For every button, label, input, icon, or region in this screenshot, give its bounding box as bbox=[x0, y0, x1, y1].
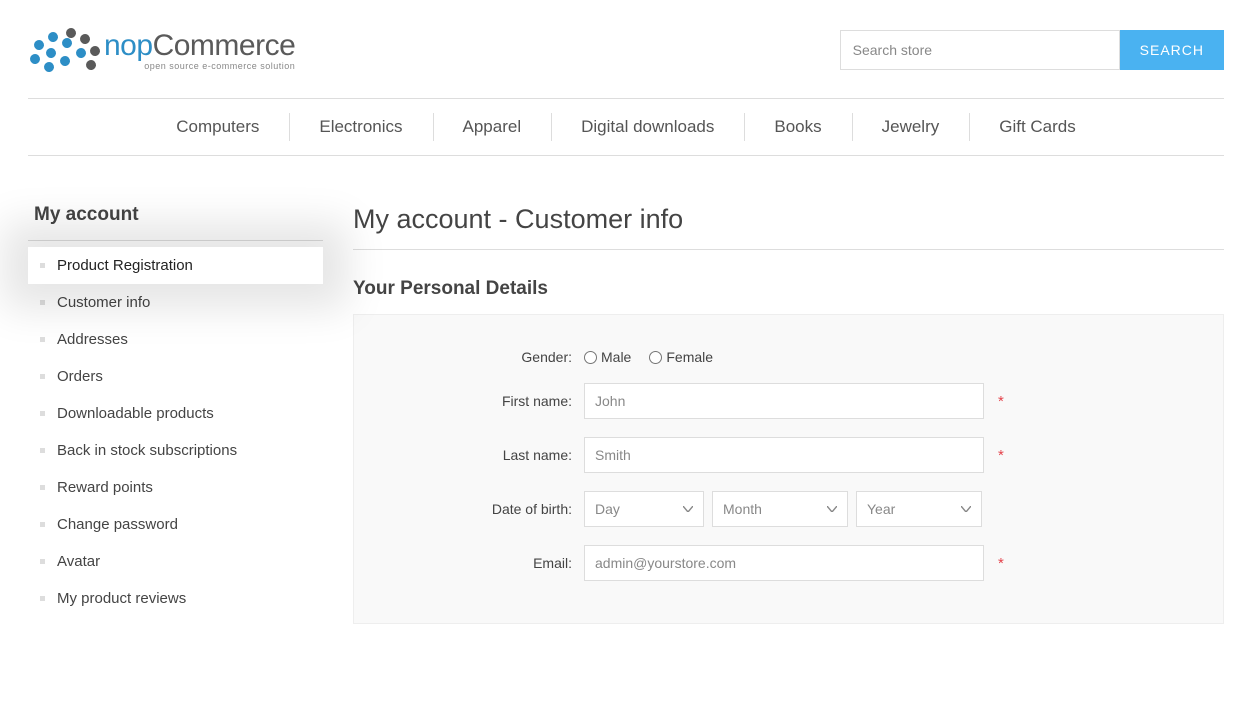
logo[interactable]: nopCommerce open source e-commerce solut… bbox=[28, 28, 295, 72]
email-input[interactable] bbox=[584, 545, 984, 581]
required-marker: * bbox=[998, 393, 1004, 410]
bullet-icon bbox=[40, 522, 45, 527]
first-name-label: First name: bbox=[364, 393, 584, 409]
sidebar-item-label: Back in stock subscriptions bbox=[57, 442, 237, 459]
sidebar-item-label: Change password bbox=[57, 516, 178, 533]
search-button[interactable]: SEARCH bbox=[1120, 30, 1224, 70]
sidebar-item-back-in-stock[interactable]: Back in stock subscriptions bbox=[28, 432, 323, 469]
dob-day-select[interactable]: Day bbox=[584, 491, 704, 527]
dob-month-select[interactable]: Month bbox=[712, 491, 848, 527]
bullet-icon bbox=[40, 337, 45, 342]
nav-item-digital-downloads[interactable]: Digital downloads bbox=[551, 99, 744, 155]
bullet-icon bbox=[40, 411, 45, 416]
bullet-icon bbox=[40, 448, 45, 453]
gender-male-option[interactable]: Male bbox=[584, 349, 631, 365]
sidebar: My account Product Registration Customer… bbox=[28, 204, 323, 624]
sidebar-item-my-product-reviews[interactable]: My product reviews bbox=[28, 580, 323, 617]
sidebar-item-label: Reward points bbox=[57, 479, 153, 496]
bullet-icon bbox=[40, 485, 45, 490]
nav-item-electronics[interactable]: Electronics bbox=[289, 99, 432, 155]
sidebar-item-label: Orders bbox=[57, 368, 103, 385]
sidebar-item-addresses[interactable]: Addresses bbox=[28, 321, 323, 358]
bullet-icon bbox=[40, 300, 45, 305]
nav-item-books[interactable]: Books bbox=[744, 99, 851, 155]
gender-female-label: Female bbox=[666, 349, 713, 365]
required-marker: * bbox=[998, 555, 1004, 572]
gender-label: Gender: bbox=[364, 349, 584, 365]
nav-item-gift-cards[interactable]: Gift Cards bbox=[969, 99, 1106, 155]
header: nopCommerce open source e-commerce solut… bbox=[28, 0, 1224, 98]
sidebar-item-label: My product reviews bbox=[57, 590, 186, 607]
personal-details-form: Gender: Male Female First name: bbox=[353, 314, 1224, 624]
search-input[interactable] bbox=[840, 30, 1120, 70]
gender-female-option[interactable]: Female bbox=[649, 349, 713, 365]
bullet-icon bbox=[40, 374, 45, 379]
sidebar-item-downloadable-products[interactable]: Downloadable products bbox=[28, 395, 323, 432]
required-marker: * bbox=[998, 447, 1004, 464]
section-title: Your Personal Details bbox=[353, 278, 1224, 300]
logo-text: nopCommerce bbox=[104, 29, 295, 63]
nav-item-apparel[interactable]: Apparel bbox=[433, 99, 552, 155]
bullet-icon bbox=[40, 263, 45, 268]
sidebar-item-avatar[interactable]: Avatar bbox=[28, 543, 323, 580]
main-content: My account - Customer info Your Personal… bbox=[353, 204, 1224, 624]
sidebar-item-change-password[interactable]: Change password bbox=[28, 506, 323, 543]
sidebar-item-reward-points[interactable]: Reward points bbox=[28, 469, 323, 506]
sidebar-title: My account bbox=[28, 204, 323, 241]
sidebar-item-label: Product Registration bbox=[57, 257, 193, 274]
first-name-input[interactable] bbox=[584, 383, 984, 419]
gender-male-label: Male bbox=[601, 349, 631, 365]
bullet-icon bbox=[40, 559, 45, 564]
sidebar-item-label: Downloadable products bbox=[57, 405, 214, 422]
nav-item-computers[interactable]: Computers bbox=[146, 99, 289, 155]
gender-female-radio[interactable] bbox=[649, 351, 662, 364]
page-title: My account - Customer info bbox=[353, 204, 1224, 250]
last-name-label: Last name: bbox=[364, 447, 584, 463]
dob-year-select[interactable]: Year bbox=[856, 491, 982, 527]
logo-subtext: open source e-commerce solution bbox=[144, 61, 295, 71]
sidebar-item-customer-info[interactable]: Customer info bbox=[28, 284, 323, 321]
sidebar-item-product-registration[interactable]: Product Registration bbox=[28, 247, 323, 284]
bullet-icon bbox=[40, 596, 45, 601]
sidebar-item-orders[interactable]: Orders bbox=[28, 358, 323, 395]
dob-label: Date of birth: bbox=[364, 501, 584, 517]
last-name-input[interactable] bbox=[584, 437, 984, 473]
logo-dots-icon bbox=[28, 28, 100, 72]
email-label: Email: bbox=[364, 555, 584, 571]
sidebar-item-label: Avatar bbox=[57, 553, 100, 570]
top-nav: Computers Electronics Apparel Digital do… bbox=[28, 99, 1224, 155]
gender-male-radio[interactable] bbox=[584, 351, 597, 364]
search-form: SEARCH bbox=[840, 30, 1224, 70]
sidebar-item-label: Addresses bbox=[57, 331, 128, 348]
nav-item-jewelry[interactable]: Jewelry bbox=[852, 99, 970, 155]
sidebar-item-label: Customer info bbox=[57, 294, 150, 311]
